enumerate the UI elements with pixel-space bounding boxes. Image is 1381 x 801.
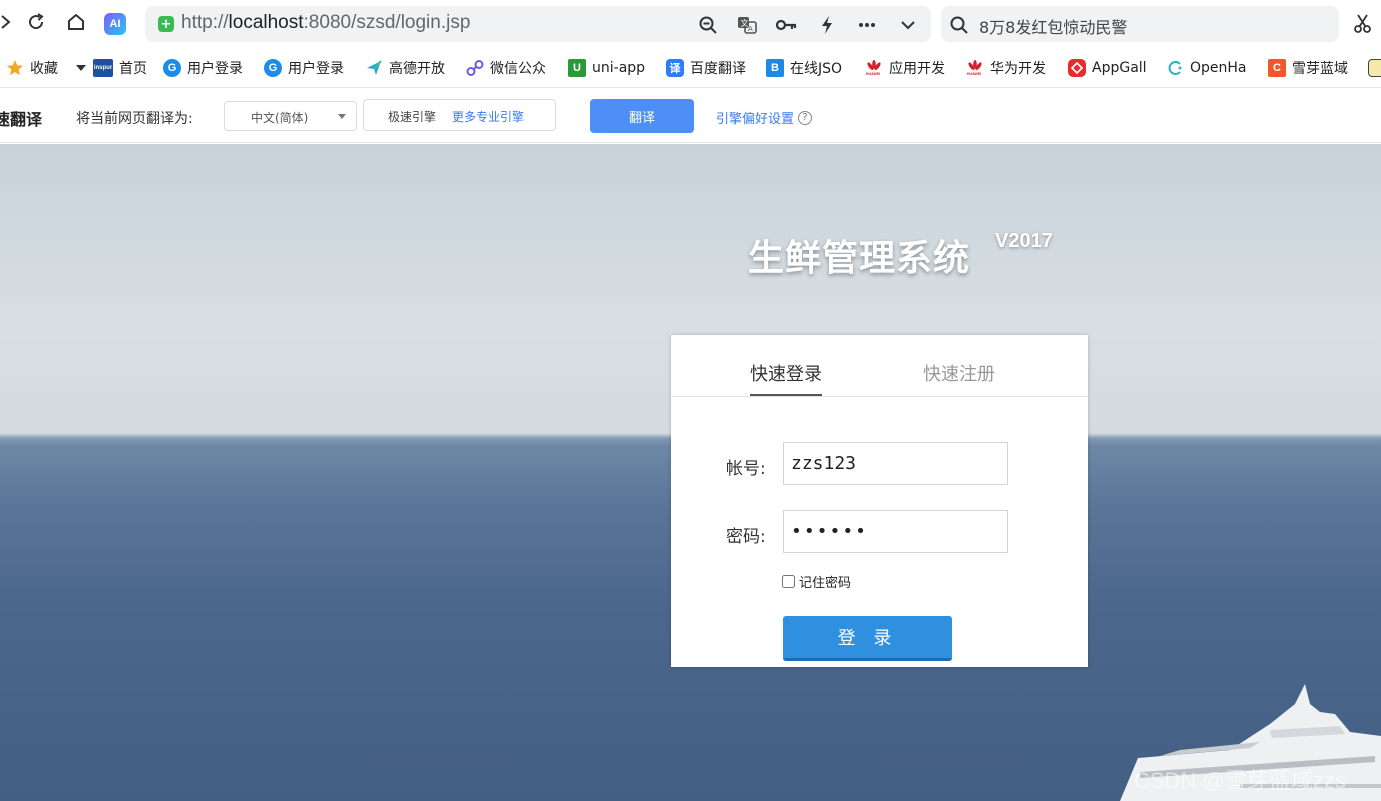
password-label: 密码: <box>726 527 766 547</box>
tab-quick-register[interactable]: 快速注册 <box>923 360 995 386</box>
help-icon[interactable]: ? <box>798 110 813 125</box>
chevron-down-icon[interactable] <box>897 14 919 36</box>
language-value: 中文(简体) <box>251 111 309 125</box>
remember-password[interactable]: 记住密码 <box>782 572 851 591</box>
remember-password-checkbox[interactable] <box>782 575 795 588</box>
uniapp-icon: U <box>568 59 586 77</box>
more-icon[interactable] <box>856 14 878 36</box>
forward-icon[interactable] <box>0 10 18 34</box>
huawei-icon: HUAWEI <box>865 59 883 77</box>
baidu-translate-icon: 译 <box>666 59 684 77</box>
amap-icon <box>365 59 383 77</box>
appgallery-icon <box>1068 59 1086 77</box>
reload-icon[interactable] <box>24 10 48 34</box>
login-tabs: 快速登录 快速注册 <box>671 335 1088 397</box>
engine-selector[interactable]: 极速引擎 更多专业引擎 <box>363 99 556 131</box>
lightning-icon[interactable] <box>816 14 838 36</box>
bookmark-app-dev[interactable]: HUAWEI 应用开发 <box>865 57 951 79</box>
login-page: 生鲜管理系统 V2017 快速登录 快速注册 帐号: 密码: 记住密码 登 录 … <box>0 144 1381 801</box>
system-version: V2017 <box>995 230 1053 252</box>
login-panel: 快速登录 快速注册 帐号: 密码: 记住密码 登 录 <box>671 335 1088 667</box>
bookmarks-bar: 收藏 inspur 首页 G 用户登录 G 用户登录 高德开放 微信公众 U u… <box>0 48 1381 88</box>
bookmark-baidu-translate[interactable]: 译 百度翻译 <box>666 57 752 79</box>
translate-bar-title: 速翻译 <box>0 110 43 129</box>
chevron-down-icon <box>338 114 346 119</box>
translate-button[interactable]: 翻译 <box>590 99 694 133</box>
system-title: 生鲜管理系统 <box>748 238 971 279</box>
bookmark-user-login-1[interactable]: G 用户登录 <box>163 57 249 79</box>
openharmony-icon <box>1166 59 1184 77</box>
active-tab-indicator <box>750 394 822 396</box>
search-bar[interactable]: 8万8发红包惊动民警 <box>941 6 1339 42</box>
url-text[interactable]: http://localhost:8080/szsd/login.jsp <box>181 12 470 34</box>
svg-text:A: A <box>748 25 753 33</box>
bookmark-appgallery[interactable]: AppGall <box>1068 57 1152 79</box>
translate-icon[interactable]: 文A <box>736 14 758 36</box>
inspur-icon: inspur <box>93 59 113 77</box>
bookmark-online-json[interactable]: B 在线JSO <box>766 57 850 79</box>
engine-fast[interactable]: 极速引擎 <box>388 108 436 125</box>
scissors-icon[interactable] <box>1352 12 1376 36</box>
browser-toolbar: AI + http://localhost:8080/szsd/login.js… <box>0 0 1381 48</box>
bookmark-favorites[interactable]: 收藏 <box>6 57 86 79</box>
csdn-icon: C <box>1268 59 1286 77</box>
translate-bar: 速翻译 将当前网页翻译为: 中文(简体) 极速引擎 更多专业引擎 翻译 引擎偏好… <box>0 89 1381 143</box>
engine-preference-link[interactable]: 引擎偏好设置 ? <box>716 108 813 127</box>
zoom-out-icon[interactable] <box>697 14 719 36</box>
globe-icon: G <box>163 59 181 77</box>
more-engines-link[interactable]: 更多专业引擎 <box>452 108 524 125</box>
bookmark-openharmony[interactable]: OpenHa <box>1166 57 1252 79</box>
engine-preference-label: 引擎偏好设置 <box>716 112 795 127</box>
bookmark-wechat-mp[interactable]: 微信公众 <box>466 57 552 79</box>
ai-assistant-icon[interactable]: AI <box>104 13 126 35</box>
bookmark-csdn[interactable]: C 雪芽蓝域 <box>1268 57 1352 79</box>
login-button[interactable]: 登 录 <box>783 616 952 661</box>
remember-password-label: 记住密码 <box>799 576 852 591</box>
password-input[interactable] <box>783 510 1008 553</box>
bookmark-user-login-2[interactable]: G 用户登录 <box>264 57 350 79</box>
bookmark-home[interactable]: inspur 首页 <box>93 57 147 79</box>
account-input[interactable] <box>783 442 1008 485</box>
globe-icon: G <box>264 59 282 77</box>
language-select[interactable]: 中文(简体) <box>224 101 357 131</box>
search-suggestion[interactable]: 8万8发红包惊动民警 <box>979 14 1127 38</box>
huawei-icon: HUAWEI <box>966 59 984 77</box>
tab-quick-login[interactable]: 快速登录 <box>750 360 822 386</box>
bookmark-amap[interactable]: 高德开放 <box>365 57 451 79</box>
key-icon[interactable] <box>776 14 798 36</box>
bookmark-icon <box>1368 59 1381 77</box>
bookmark-huawei-dev[interactable]: HUAWEI 华为开发 <box>966 57 1052 79</box>
home-icon[interactable] <box>64 10 88 34</box>
address-bar[interactable]: + http://localhost:8080/szsd/login.jsp 文… <box>145 6 931 42</box>
secure-site-icon: + <box>158 16 174 32</box>
search-icon <box>948 14 970 36</box>
dropdown-caret-icon[interactable] <box>76 65 86 71</box>
csdn-watermark: CSDN @雪芽蓝域zzs <box>1134 768 1346 793</box>
svg-text:HUAWEI: HUAWEI <box>967 72 981 76</box>
account-label: 帐号: <box>726 459 766 479</box>
link-icon <box>466 59 484 77</box>
star-icon <box>6 59 24 77</box>
svg-text:HUAWEI: HUAWEI <box>866 72 880 76</box>
bookmark-uniapp[interactable]: U uni-app <box>568 57 651 79</box>
bookmark-overflow[interactable] <box>1368 57 1381 79</box>
json-icon: B <box>766 59 784 77</box>
translate-target-label: 将当前网页翻译为: <box>76 111 193 127</box>
